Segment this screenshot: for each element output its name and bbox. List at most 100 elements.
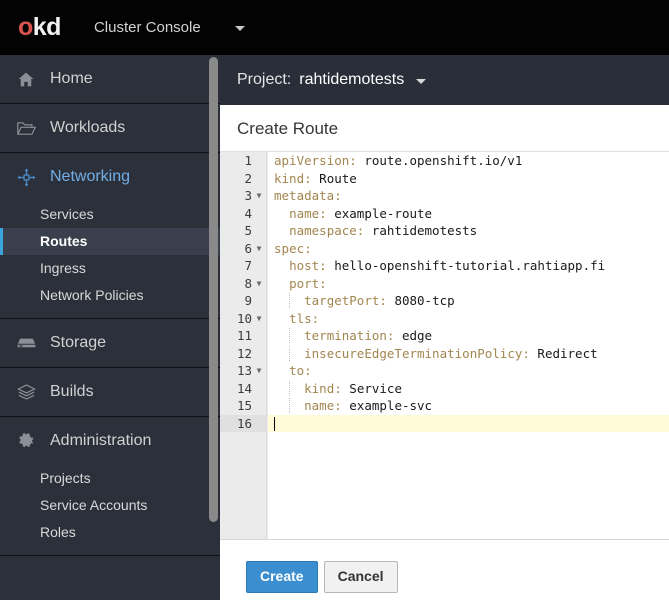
sidebar-item-administration[interactable]: Administration xyxy=(0,417,220,465)
fold-toggle-icon[interactable]: ▼ xyxy=(254,240,264,258)
sidebar-subnav: Services Routes Ingress Network Policies xyxy=(0,201,220,318)
line-number: 14 xyxy=(236,380,252,396)
gutter-line-number: 6 ▼ xyxy=(220,240,266,258)
yaml-key: kind: xyxy=(304,380,342,396)
sidebar-section-workloads: Workloads xyxy=(0,104,220,153)
cancel-button[interactable]: Cancel xyxy=(323,561,398,593)
sidebar-section-home: Home xyxy=(0,55,220,104)
yaml-key: tls: xyxy=(289,310,320,326)
yaml-key: to: xyxy=(289,363,312,378)
sidebar-item-services[interactable]: Services xyxy=(0,201,220,228)
code-line[interactable]: termination: edge xyxy=(268,327,669,345)
sidebar-item-service-accounts[interactable]: Service Accounts xyxy=(0,492,220,519)
create-button[interactable]: Create xyxy=(246,561,318,593)
sidebar-item-workloads[interactable]: Workloads xyxy=(0,104,220,152)
yaml-value: 8080-tcp xyxy=(386,293,455,308)
yaml-value: hello-openshift-tutorial.rahtiapp.fi xyxy=(326,258,606,273)
yaml-value: rahtidemotests xyxy=(364,223,478,238)
fold-toggle-icon[interactable]: ▼ xyxy=(254,275,264,293)
sidebar-item-home[interactable]: Home xyxy=(0,55,220,103)
gutter-line-number: 8 ▼ xyxy=(220,275,266,293)
okd-logo[interactable]: okd xyxy=(18,15,61,40)
gutter-line-number: 2 xyxy=(220,170,266,188)
code-line[interactable]: host: hello-openshift-tutorial.rahtiapp.… xyxy=(268,257,669,275)
chevron-down-icon xyxy=(416,78,427,84)
fold-toggle-icon[interactable]: ▼ xyxy=(254,310,264,328)
yaml-key: metadata: xyxy=(274,188,342,203)
sidebar-nav[interactable]: Home Workloads Networking Services Routes Ing… xyxy=(0,55,220,600)
sidebar-section-networking: Networking Services Routes Ingress Network P… xyxy=(0,153,220,319)
sidebar-item-builds[interactable]: Builds xyxy=(0,368,220,416)
code-line[interactable]: insecureEdgeTerminationPolicy: Redirect xyxy=(268,345,669,363)
code-line[interactable]: to: xyxy=(268,362,669,380)
gutter-line-number: 10 ▼ xyxy=(220,310,266,328)
line-number: 6 xyxy=(244,240,252,256)
masthead: okd Cluster Console xyxy=(0,0,669,55)
sidebar-item-networking[interactable]: Networking xyxy=(0,153,220,201)
yaml-key: spec: xyxy=(274,240,312,256)
code-line[interactable]: targetPort: 8080-tcp xyxy=(268,292,669,310)
project-selector-bar[interactable]: Project: rahtidemotests xyxy=(220,55,669,105)
sidebar-item-roles[interactable]: Roles xyxy=(0,519,220,546)
yaml-key: insecureEdgeTerminationPolicy: xyxy=(304,345,530,361)
sidebar-item-network-policies[interactable]: Network Policies xyxy=(0,282,220,309)
code-line[interactable]: namespace: rahtidemotests xyxy=(268,222,669,240)
code-line[interactable] xyxy=(268,414,669,432)
yaml-key: namespace: xyxy=(289,223,365,238)
sidebar-item-storage[interactable]: Storage xyxy=(0,319,220,367)
sidebar-item-routes[interactable]: Routes xyxy=(0,228,220,255)
code-line[interactable]: kind: Service xyxy=(268,380,669,398)
code-line[interactable]: name: example-svc xyxy=(268,397,669,415)
yaml-value: example-svc xyxy=(341,398,433,413)
gutter-line-number: 13 ▼ xyxy=(220,362,266,380)
yaml-editor[interactable]: 1 2 3 ▼ 4 5 6 ▼ 7 8 ▼ 9 10 ▼ 11 12 13 ▼ 14 15 16 apiVersion:… xyxy=(220,151,669,540)
editor-code-area[interactable]: apiVersion: route.openshift.io/v1 kind: R… xyxy=(268,152,669,539)
code-line[interactable]: tls: xyxy=(268,310,669,328)
console-switcher-label: Cluster Console xyxy=(93,19,201,36)
project-label: Project: xyxy=(237,71,292,88)
yaml-value: example-route xyxy=(326,205,433,221)
fold-toggle-icon[interactable]: ▼ xyxy=(254,187,264,205)
gutter-line-number: 14 xyxy=(220,380,266,398)
sidebar-scrollbar[interactable] xyxy=(209,57,218,522)
line-number: 15 xyxy=(236,398,252,413)
line-number: 4 xyxy=(244,205,252,221)
sitemap-icon xyxy=(14,167,38,187)
line-number: 7 xyxy=(244,258,252,273)
console-switcher[interactable]: Cluster Console xyxy=(94,19,245,36)
sidebar-item-label: Networking xyxy=(50,168,131,185)
line-number: 12 xyxy=(236,345,252,361)
sidebar-subnav: Projects Service Accounts Roles xyxy=(0,465,220,555)
code-line[interactable]: name: example-route xyxy=(268,205,669,223)
gutter-line-number: 9 xyxy=(220,292,266,310)
code-line[interactable]: kind: Route xyxy=(268,170,669,188)
fold-toggle-icon[interactable]: ▼ xyxy=(254,362,264,380)
code-line[interactable]: metadata: xyxy=(268,187,669,205)
yaml-value: Route xyxy=(311,170,357,186)
sidebar-item-ingress[interactable]: Ingress xyxy=(0,255,220,282)
database-icon xyxy=(14,333,38,353)
folder-open-icon xyxy=(14,118,38,138)
code-line[interactable]: apiVersion: route.openshift.io/v1 xyxy=(268,152,669,170)
gutter-line-number: 7 xyxy=(220,257,266,275)
layers-icon xyxy=(14,382,38,402)
sidebar-section-administration: Administration Projects Service Accounts Ro… xyxy=(0,417,220,556)
sidebar-item-projects[interactable]: Projects xyxy=(0,465,220,492)
yaml-value: Redirect xyxy=(529,345,598,361)
line-number: 8 xyxy=(244,275,252,291)
main-content: Create Route 1 2 3 ▼ 4 5 6 ▼ 7 8 ▼ 9 10 ▼ 11 12 13 ▼ 14 15 1… xyxy=(220,105,669,600)
line-number: 16 xyxy=(236,415,252,431)
code-line[interactable]: port: xyxy=(268,275,669,293)
gear-icon xyxy=(14,431,38,451)
code-line[interactable]: spec: xyxy=(268,240,669,258)
logo-letters-kd: kd xyxy=(32,13,62,41)
